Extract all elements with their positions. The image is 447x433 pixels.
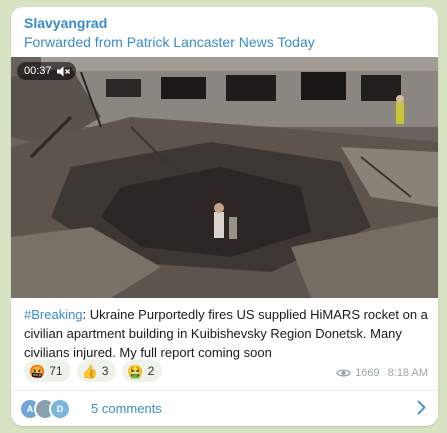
message-meta: 1669 8:18 AM	[336, 367, 428, 379]
chevron-right-icon[interactable]	[417, 400, 426, 420]
comments-count-label[interactable]: 5 comments	[91, 401, 162, 416]
eye-icon	[336, 368, 352, 378]
reaction-count: 2	[147, 364, 155, 378]
post-body: : Ukraine Purportedly fires US supplied …	[24, 307, 428, 360]
post-text: #Breaking: Ukraine Purportedly fires US …	[24, 305, 428, 362]
muted-speaker-icon[interactable]	[56, 66, 70, 77]
hashtag-link[interactable]: #Breaking	[24, 307, 83, 322]
avatar: D	[49, 397, 71, 420]
vomiting-face-icon: 🤮	[127, 363, 144, 379]
thumbs-up-icon: 👍	[81, 363, 98, 379]
channel-name[interactable]: Slavyangrad	[24, 15, 107, 31]
message-time: 8:18 AM	[387, 367, 428, 379]
video-duration-badge[interactable]: 00:37	[17, 62, 76, 80]
reaction-angry[interactable]: 🤬 71	[24, 360, 71, 382]
reaction-thumbs-up[interactable]: 👍 3	[76, 360, 117, 382]
angry-face-icon: 🤬	[29, 363, 46, 379]
commenter-avatars: A D	[19, 397, 79, 420]
video-frame-image	[11, 57, 438, 298]
reactions-bar: 🤬 71 👍 3 🤮 2	[24, 360, 163, 382]
message-bubble: Slavyangrad Forwarded from Patrick Lanca…	[11, 7, 438, 426]
view-count: 1669	[355, 367, 380, 379]
video-duration: 00:37	[24, 65, 52, 77]
forwarded-from-label[interactable]: Forwarded from Patrick Lancaster News To…	[24, 34, 315, 50]
video-thumbnail[interactable]: 00:37	[11, 57, 438, 298]
reaction-vomiting[interactable]: 🤮 2	[122, 360, 163, 382]
reaction-count: 71	[49, 364, 63, 378]
comments-bar[interactable]: A D 5 comments	[11, 391, 438, 426]
reaction-count: 3	[101, 364, 109, 378]
